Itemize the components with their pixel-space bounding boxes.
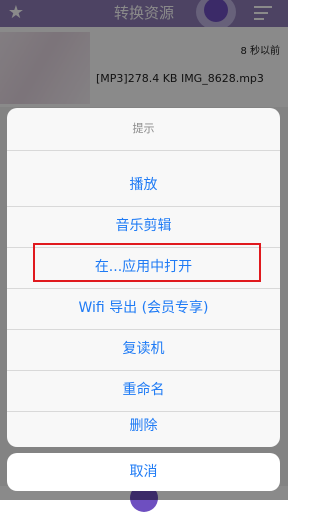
action-music-edit[interactable]: 音乐剪辑 (7, 206, 280, 248)
highlight-box (33, 243, 261, 282)
action-play[interactable]: 播放 (7, 165, 280, 207)
cancel-button[interactable]: 取消 (7, 453, 280, 491)
dialog-title: 提示 (7, 108, 280, 151)
action-wifi-export[interactable]: Wifi 导出 (会员专享) (7, 288, 280, 330)
action-repeater[interactable]: 复读机 (7, 329, 280, 371)
action-delete[interactable]: 删除 (7, 406, 280, 447)
